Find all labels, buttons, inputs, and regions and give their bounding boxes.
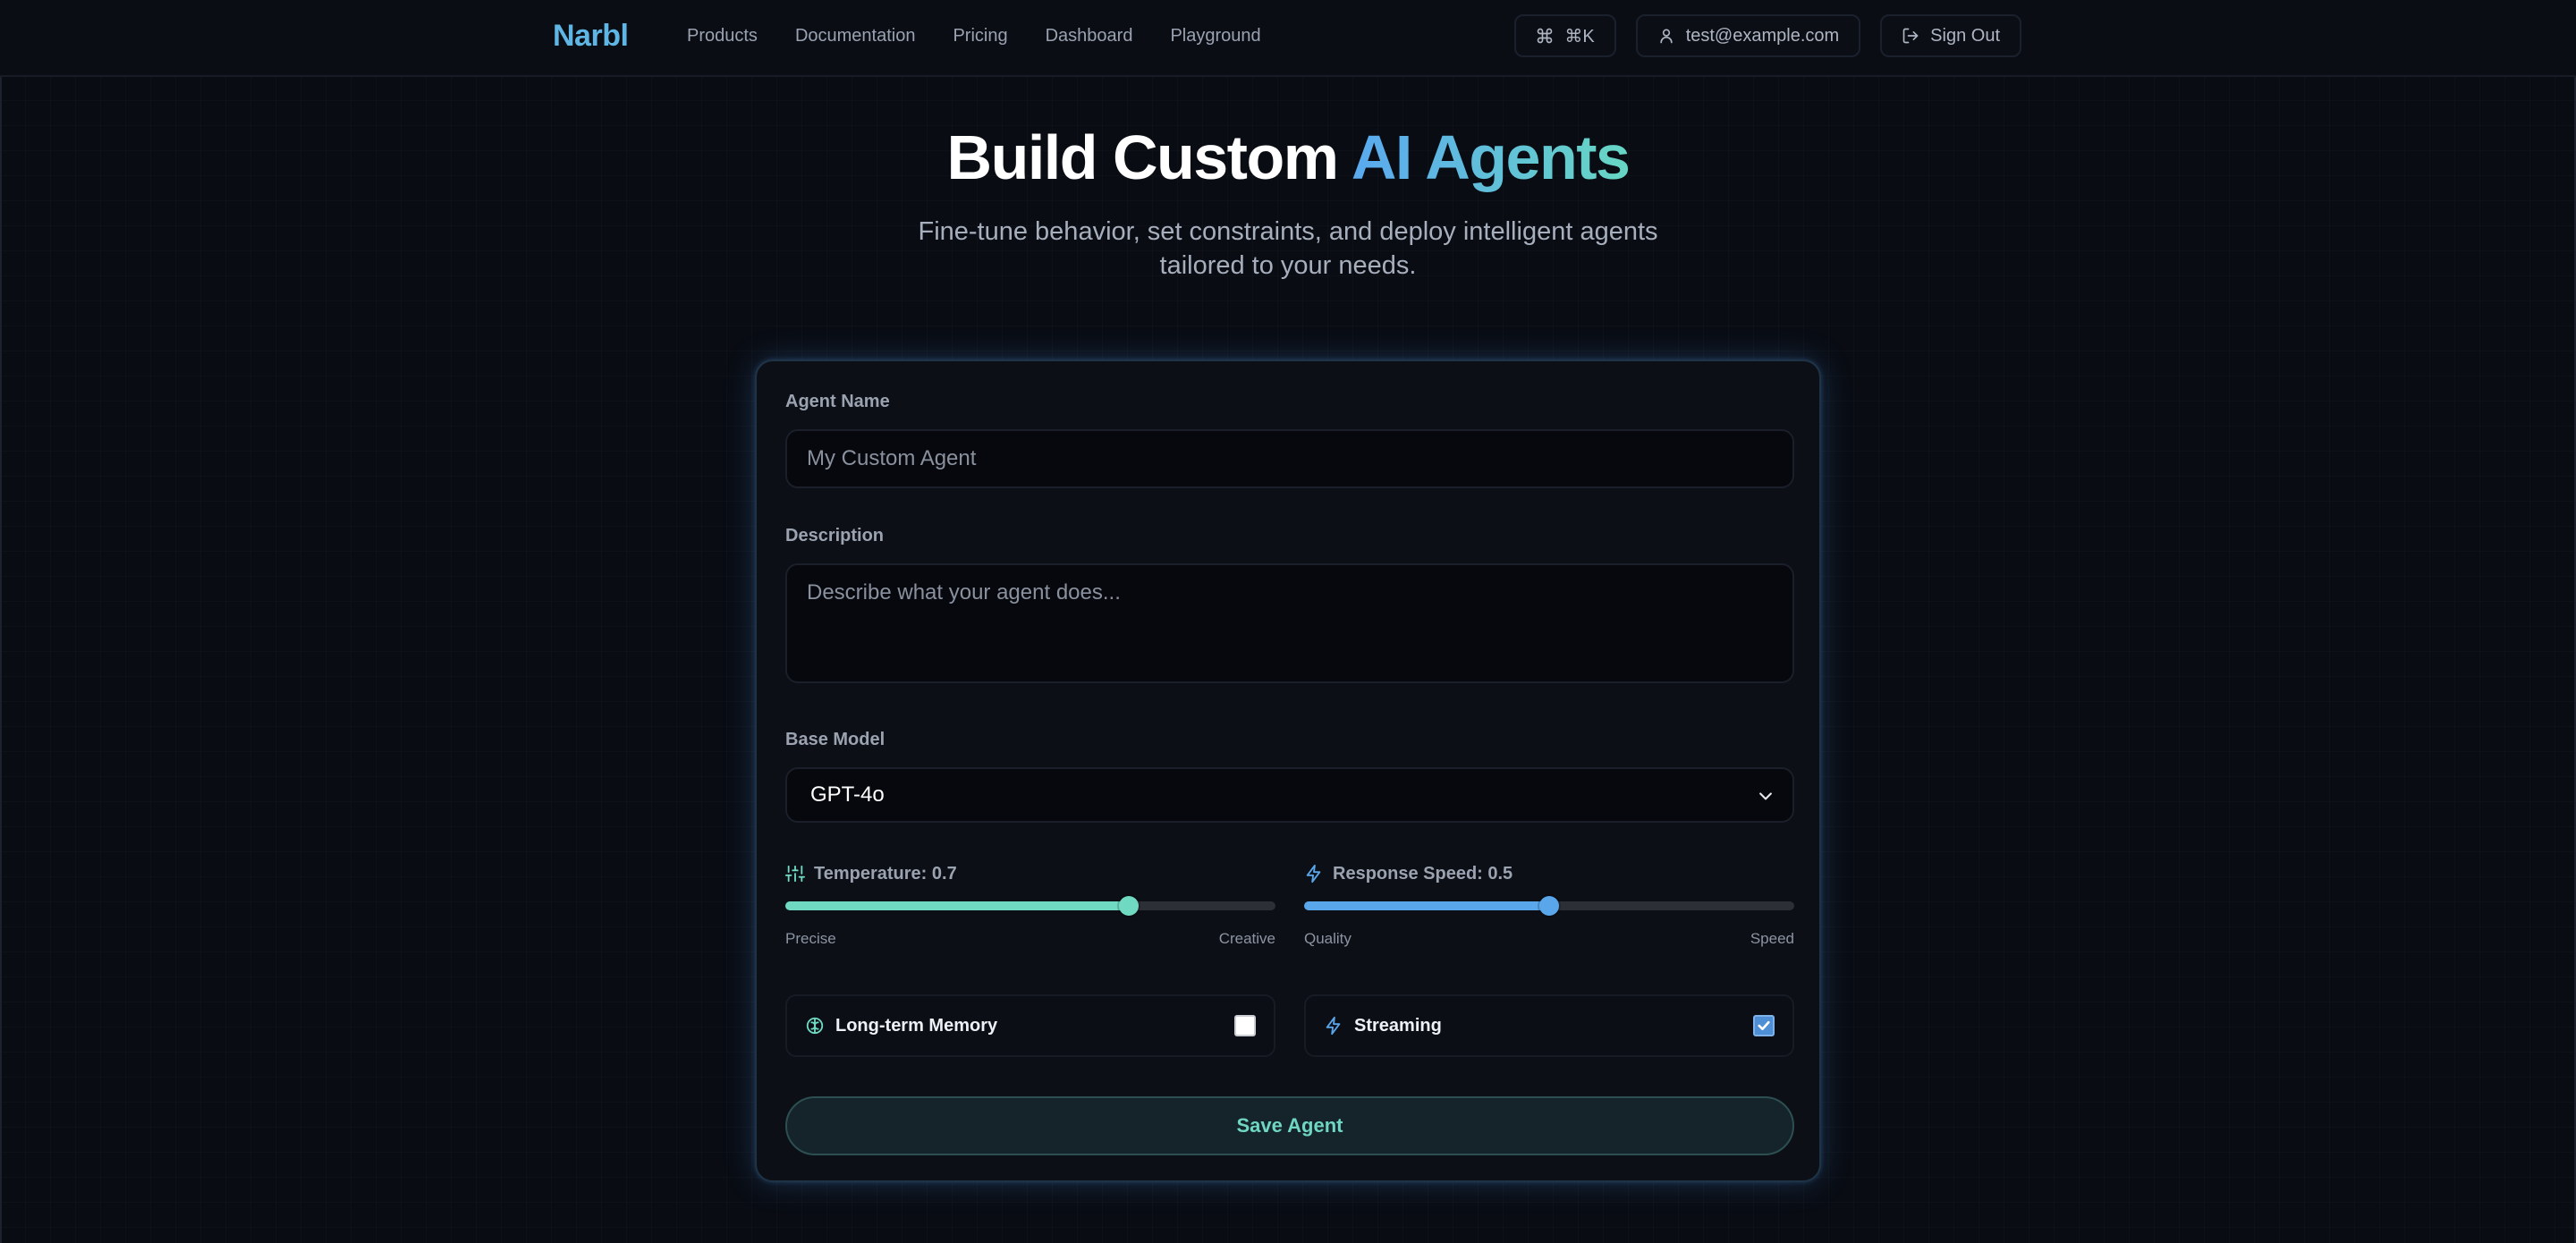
subtitle-line-2: tailored to your needs. — [1159, 251, 1417, 280]
command-icon — [1538, 28, 1553, 44]
streaming-checkbox[interactable] — [1753, 1015, 1775, 1036]
brand-logo[interactable]: Narbl — [553, 16, 629, 55]
response-speed-scale: Quality Speed — [1304, 930, 1794, 948]
long-term-memory-option[interactable]: Long-term Memory — [785, 994, 1275, 1057]
sliders-icon — [785, 865, 805, 883]
page-title: Build Custom AI Agents — [0, 122, 2576, 193]
long-term-memory-checkbox[interactable] — [1234, 1015, 1256, 1036]
streaming-option[interactable]: Streaming — [1304, 994, 1794, 1057]
temperature-slider[interactable] — [785, 896, 1275, 916]
lightning-icon — [1306, 864, 1321, 884]
subtitle-line-1: Fine-tune behavior, set constraints, and… — [918, 217, 1658, 246]
command-palette-button[interactable]: ⌘K — [1514, 14, 1616, 57]
response-speed-min-label: Quality — [1304, 930, 1352, 947]
user-account-button[interactable]: test@example.com — [1635, 14, 1861, 57]
response-speed-slider-fill — [1304, 901, 1549, 910]
title-plain: Build Custom — [946, 123, 1352, 192]
temperature-control: Temperature: 0.7 Precise Creative — [785, 860, 1275, 948]
temperature-min-label: Precise — [785, 930, 836, 947]
temperature-max-label: Creative — [1218, 930, 1275, 947]
streaming-label: Streaming — [1354, 1015, 1442, 1036]
base-model-label: Base Model — [785, 730, 886, 749]
chevron-down-icon — [1759, 792, 1772, 800]
description-label: Description — [785, 526, 885, 545]
response-speed-label: Response Speed: 0.5 — [1333, 863, 1513, 884]
response-speed-header: Response Speed: 0.5 — [1304, 860, 1794, 887]
base-model-value: GPT-4o — [810, 782, 885, 807]
response-speed-slider[interactable] — [1304, 896, 1794, 916]
temperature-header: Temperature: 0.7 — [785, 860, 1275, 887]
agent-config-card: Agent Name My Custom Agent Description D… — [755, 359, 1821, 1182]
temperature-slider-fill — [785, 901, 1129, 910]
temperature-slider-thumb[interactable] — [1118, 896, 1139, 916]
lightning-icon — [1326, 1016, 1341, 1036]
temperature-scale: Precise Creative — [785, 930, 1275, 948]
sign-out-icon — [1902, 28, 1919, 44]
page-subtitle: Fine-tune behavior, set constraints, and… — [877, 215, 1699, 283]
title-accent: AI Agents — [1351, 123, 1631, 192]
response-speed-slider-thumb[interactable] — [1539, 896, 1559, 916]
nav-links: Products Documentation Pricing Dashboard… — [687, 20, 1299, 52]
brain-icon — [806, 1017, 824, 1035]
response-speed-control: Response Speed: 0.5 Quality Speed — [1304, 860, 1794, 948]
check-icon — [1758, 1020, 1770, 1031]
agent-name-input[interactable]: My Custom Agent — [785, 429, 1794, 488]
user-email: test@example.com — [1685, 25, 1840, 46]
nav-link-documentation[interactable]: Documentation — [795, 20, 916, 52]
nav-link-products[interactable]: Products — [687, 20, 758, 52]
nav-link-dashboard[interactable]: Dashboard — [1046, 20, 1133, 52]
save-agent-button[interactable]: Save Agent — [785, 1096, 1794, 1155]
nav-actions: ⌘K test@example.com Sign Out — [1514, 14, 2021, 57]
nav-link-playground[interactable]: Playground — [1170, 20, 1260, 52]
nav-link-pricing[interactable]: Pricing — [953, 20, 1007, 52]
long-term-memory-label: Long-term Memory — [835, 1015, 998, 1036]
top-navbar: Narbl Products Documentation Pricing Das… — [0, 0, 2576, 77]
base-model-select[interactable]: GPT-4o — [785, 767, 1794, 823]
agent-name-label: Agent Name — [785, 392, 890, 411]
sign-out-label: Sign Out — [1930, 25, 2000, 46]
user-icon — [1660, 29, 1673, 44]
command-shortcut-label: ⌘K — [1564, 26, 1595, 47]
response-speed-max-label: Speed — [1750, 930, 1794, 947]
description-textarea[interactable]: Describe what your agent does... — [785, 563, 1794, 683]
sign-out-button[interactable]: Sign Out — [1880, 14, 2021, 57]
temperature-label: Temperature: 0.7 — [814, 863, 957, 884]
